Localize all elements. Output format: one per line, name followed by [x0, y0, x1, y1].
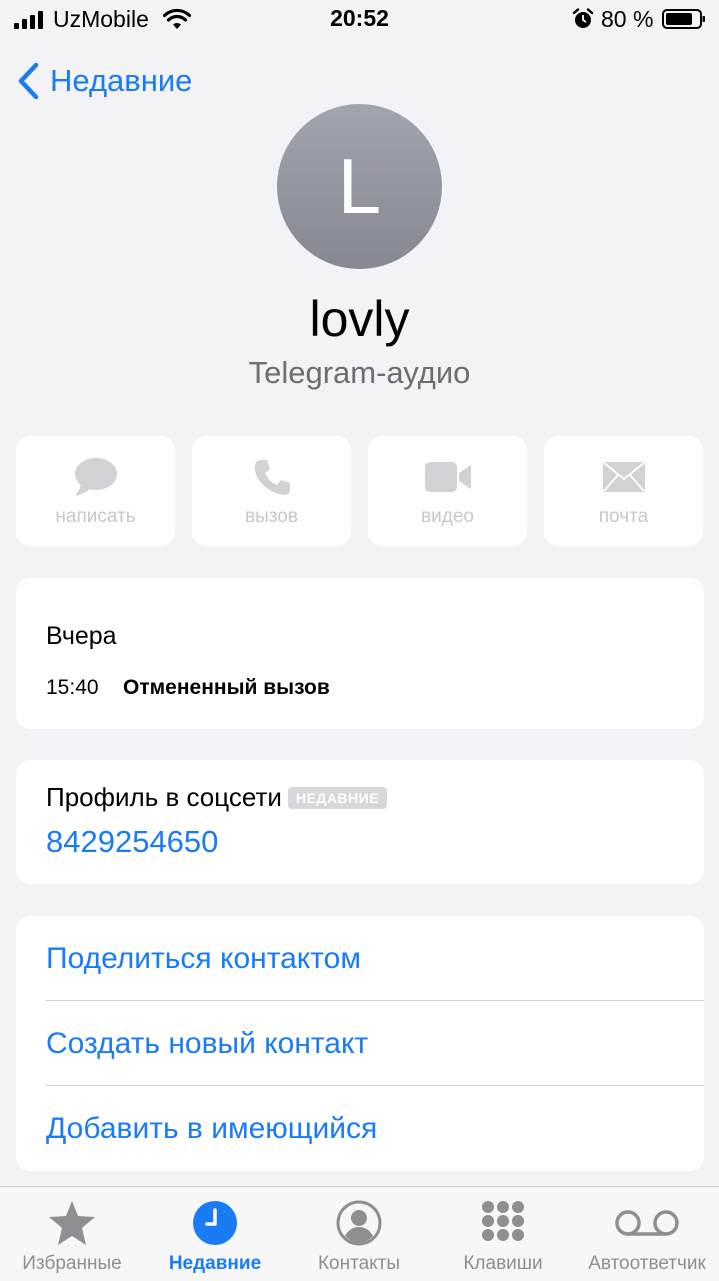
- tab-keypad[interactable]: Клавиши: [431, 1187, 575, 1281]
- video-button[interactable]: видео: [368, 436, 527, 546]
- tab-voicemail-label: Автоответчик: [588, 1253, 706, 1274]
- mail-label: почта: [598, 506, 649, 527]
- keypad-icon: [482, 1201, 524, 1241]
- alarm-icon: [572, 8, 594, 28]
- tab-bar: Избранные Недавние Контакты Клавиши Авто…: [0, 1186, 719, 1281]
- add-to-existing-button[interactable]: Добавить в имеющийся: [46, 1086, 704, 1171]
- video-label: видео: [421, 506, 474, 527]
- tab-voicemail[interactable]: Автоответчик: [575, 1187, 719, 1281]
- mail-icon: [602, 462, 645, 492]
- contact-subtitle: Telegram-аудио: [248, 355, 471, 390]
- mail-button[interactable]: почта: [544, 436, 703, 546]
- back-label: Недавние: [50, 63, 193, 98]
- tab-contacts[interactable]: Контакты: [287, 1187, 431, 1281]
- message-label: написать: [55, 506, 136, 527]
- create-contact-button[interactable]: Создать новый контакт: [46, 1001, 704, 1086]
- back-button[interactable]: Недавние: [16, 58, 192, 104]
- avatar: L: [277, 104, 442, 269]
- call-history-card: Вчера 15:40 Отмененный вызов: [16, 578, 704, 729]
- social-profile-label: Профиль в соцсети: [46, 782, 282, 812]
- social-profile-card: Профиль в соцсети НЕДАВНИЕ 8429254650: [16, 760, 704, 884]
- person-icon: [336, 1200, 382, 1246]
- tab-recents-label: Недавние: [168, 1253, 262, 1274]
- clock-icon: [193, 1201, 237, 1245]
- tab-favorites[interactable]: Избранные: [0, 1187, 144, 1281]
- contact-name: lovly: [309, 291, 410, 347]
- status-bar: UzMobile 20:52 80 %: [0, 0, 719, 40]
- voicemail-icon: [615, 1210, 679, 1236]
- message-icon: [74, 458, 117, 496]
- share-contact-button[interactable]: Поделиться контактом: [46, 916, 704, 1001]
- recent-badge: НЕДАВНИЕ: [287, 786, 388, 809]
- phone-icon: [254, 460, 290, 495]
- call-day: Вчера: [46, 622, 117, 650]
- tab-recents[interactable]: Недавние: [143, 1187, 287, 1281]
- video-icon: [424, 462, 471, 492]
- battery-icon: [662, 9, 705, 29]
- tab-keypad-label: Клавиши: [463, 1253, 543, 1274]
- call-time: 15:40: [46, 676, 99, 699]
- social-profile-value[interactable]: 8429254650: [46, 824, 218, 860]
- tab-favorites-label: Избранные: [22, 1253, 122, 1274]
- message-button[interactable]: написать: [16, 436, 175, 546]
- chevron-left-icon: [18, 62, 39, 100]
- call-status: Отмененный вызов: [123, 676, 330, 699]
- battery-percent: 80 %: [601, 6, 654, 32]
- call-label: вызов: [245, 506, 298, 527]
- star-icon: [49, 1201, 95, 1245]
- options-card: Поделиться контактом Создать новый конта…: [16, 916, 704, 1171]
- tab-contacts-label: Контакты: [317, 1253, 401, 1274]
- social-profile-label-row: Профиль в соцсети НЕДАВНИЕ: [46, 782, 388, 813]
- avatar-initial: L: [337, 142, 382, 230]
- call-button[interactable]: вызов: [192, 436, 351, 546]
